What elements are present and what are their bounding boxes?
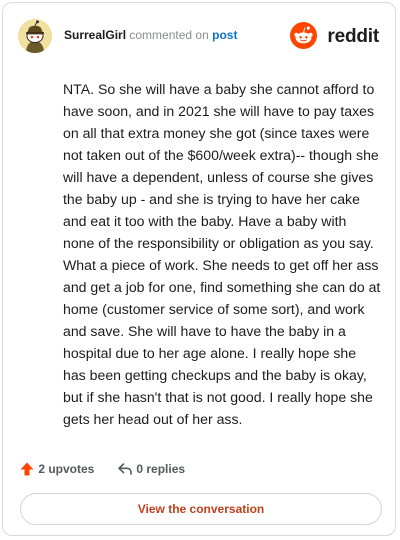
comment-body: NTA. So she will have a baby she cannot … bbox=[63, 81, 381, 427]
reddit-wordmark: reddit bbox=[327, 26, 379, 47]
commented-on-text: commented on bbox=[129, 28, 209, 42]
username-link[interactable]: SurrealGirl bbox=[64, 28, 126, 42]
upvote-button[interactable]: 2 upvotes bbox=[19, 461, 94, 477]
comment-header: SurrealGirl commented on post reddit bbox=[18, 19, 381, 53]
reddit-logo[interactable]: reddit bbox=[285, 22, 381, 50]
reddit-snoo-icon bbox=[290, 22, 317, 49]
upvote-arrow-icon bbox=[20, 462, 34, 476]
comment-meta: SurrealGirl commented on post bbox=[64, 28, 237, 42]
post-link[interactable]: post bbox=[212, 28, 237, 42]
reply-button[interactable]: 0 replies bbox=[117, 461, 185, 477]
reply-count: 0 replies bbox=[136, 462, 186, 476]
user-avatar[interactable] bbox=[18, 19, 52, 53]
view-conversation-button[interactable]: View the conversation bbox=[20, 493, 382, 525]
snoo-avatar-icon bbox=[18, 19, 52, 53]
comment-card: SurrealGirl commented on post reddit NTA… bbox=[2, 2, 396, 536]
upvote-count: 2 upvotes bbox=[38, 462, 95, 476]
reply-arrow-icon bbox=[118, 463, 132, 475]
